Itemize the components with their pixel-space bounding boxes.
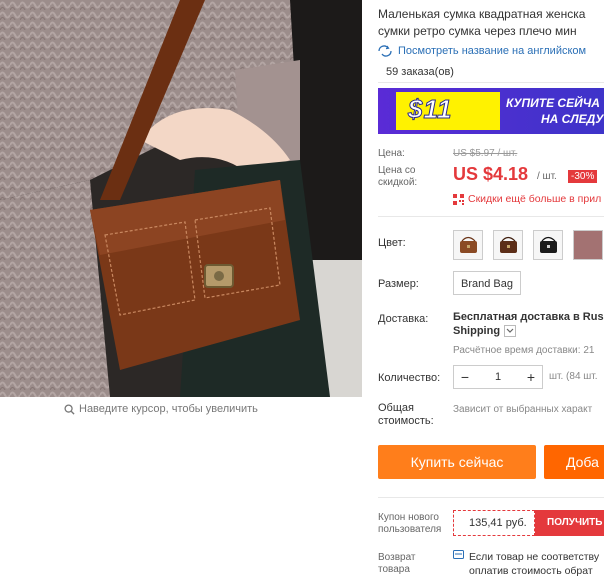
returns-info-line1: Если товар не соответству: [469, 551, 600, 563]
returns-label-line2: товара: [378, 564, 410, 575]
total-cost-note: Зависит от выбранных характ: [453, 404, 593, 415]
divider: [378, 216, 604, 217]
shipping-label: Доставка:: [378, 313, 429, 325]
original-price: US $5.97 / шт.: [453, 148, 518, 159]
search-icon: [64, 403, 75, 415]
color-swatch-brown[interactable]: [453, 230, 483, 260]
color-swatch-pink[interactable]: [573, 230, 603, 260]
discount-price-label: Цена со скидкой:: [378, 165, 417, 189]
color-label: Цвет:: [378, 237, 406, 249]
returns-info: Если товар не соответству оплатив стоимо…: [453, 550, 599, 578]
quantity-increase-button[interactable]: +: [520, 366, 542, 388]
buy-now-button[interactable]: Купить сейчас: [378, 445, 536, 479]
get-coupon-button[interactable]: ПОЛУЧИТЬ: [535, 510, 604, 536]
product-title-line1: Маленькая сумка квадратная женска: [378, 7, 586, 21]
sale-price: US $4.18: [453, 164, 529, 184]
translate-title-link[interactable]: Посмотреть название на английском: [378, 45, 586, 57]
shipping-method: Бесплатная доставка в Russi: [453, 311, 604, 323]
chevron-down-icon[interactable]: [504, 325, 517, 337]
size-option-brand-bag[interactable]: Brand Bag: [453, 271, 521, 295]
total-cost-label-line2: стоимость:: [378, 415, 434, 427]
discount-badge: -30%: [568, 170, 598, 183]
delivery-estimate: Расчётное время доставки: 21: [453, 345, 595, 356]
translate-icon: [378, 45, 392, 57]
zoom-hint: Наведите курсор, чтобы увеличить: [64, 403, 258, 415]
add-to-cart-button[interactable]: Доба: [544, 445, 604, 479]
divider: [378, 82, 604, 83]
product-main-image[interactable]: [0, 0, 362, 397]
quantity-input[interactable]: 1: [476, 371, 520, 383]
price-label: Цена:: [378, 148, 405, 159]
quantity-available: шт. (84 шт.: [549, 371, 598, 382]
price-unit: / шт.: [537, 171, 557, 182]
app-discount-link[interactable]: Скидки ещё больше в прил: [453, 193, 601, 205]
total-cost-label: Общая стоимость:: [378, 402, 434, 428]
dark-brown-bag-thumb: [500, 236, 517, 253]
quantity-stepper: − 1 +: [453, 365, 543, 389]
color-swatch-black[interactable]: [533, 230, 563, 260]
promo-text-line1: КУПИТЕ СЕЙЧА: [506, 96, 600, 110]
quantity-label: Количество:: [378, 372, 441, 384]
total-cost-label-line1: Общая: [378, 402, 414, 414]
zoom-hint-text: Наведите курсор, чтобы увеличить: [79, 403, 258, 415]
new-user-coupon-label-line2: пользователя: [378, 524, 442, 535]
black-bag-thumb: [540, 236, 557, 253]
discount-price-label-line2: скидкой:: [378, 177, 418, 188]
product-title: Маленькая сумка квадратная женска сумки …: [378, 6, 604, 40]
translate-title-text[interactable]: Посмотреть название на английском: [398, 45, 586, 57]
discount-price-label-line1: Цена со: [378, 165, 416, 176]
size-label: Размер:: [378, 278, 419, 290]
shipping-method-dropdown[interactable]: Shipping: [453, 325, 517, 337]
color-swatch-dark-brown[interactable]: [493, 230, 523, 260]
app-discount-text[interactable]: Скидки ещё больше в прил: [468, 193, 601, 205]
returns-label-line1: Возврат: [378, 552, 416, 563]
orders-count: 59 заказа(ов): [386, 66, 454, 78]
product-title-line2: сумки ретро сумка через плечо мин: [378, 24, 577, 38]
returns-label: Возврат товара: [378, 552, 416, 576]
shipping-method-line2[interactable]: Shipping: [453, 325, 500, 337]
divider: [378, 497, 604, 498]
new-user-coupon-label: Купон нового пользователя: [378, 512, 441, 536]
promo-text-line2: НА СЛЕДУ: [541, 112, 604, 126]
promo-banner[interactable]: $11 КУПИТЕ СЕЙЧА НА СЛЕДУ: [378, 88, 604, 134]
promo-amount: $11: [407, 94, 453, 125]
returns-info-line2: оплатив стоимость обрат: [469, 565, 593, 577]
bag-photo: [0, 0, 362, 397]
coupon-value: 135,41 руб.: [453, 510, 535, 536]
qr-code-icon: [453, 193, 464, 205]
brown-bag-thumb: [460, 236, 477, 253]
shield-icon: [453, 550, 464, 559]
new-user-coupon-label-line1: Купон нового: [378, 512, 439, 523]
quantity-decrease-button[interactable]: −: [454, 366, 476, 388]
